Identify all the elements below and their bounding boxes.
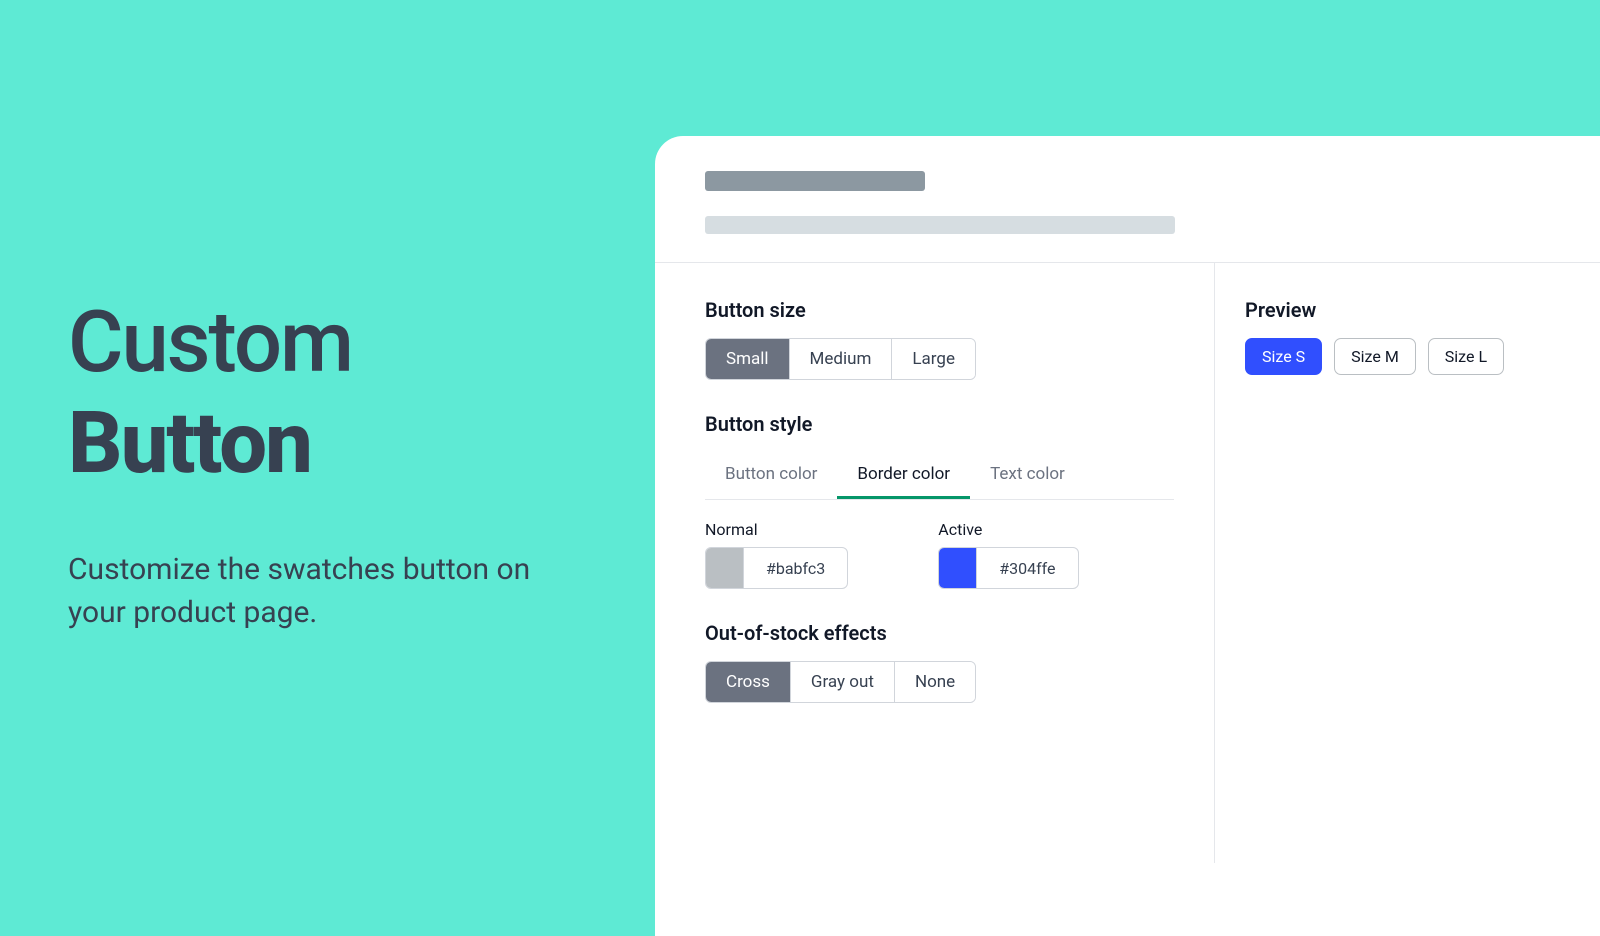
preview-buttons: Size S Size M Size L: [1245, 338, 1600, 375]
hero-title-line-1: Custom: [68, 300, 588, 385]
skeleton-title: [705, 171, 925, 191]
out-of-stock-segmented-control: Cross Gray out None: [705, 661, 976, 703]
button-size-option-medium[interactable]: Medium: [790, 339, 893, 379]
color-swatch-normal[interactable]: [706, 548, 744, 588]
out-of-stock-option-cross[interactable]: Cross: [706, 662, 791, 702]
color-field-active: Active #304ffe: [938, 520, 1078, 589]
preview-button-size-s[interactable]: Size S: [1245, 338, 1322, 375]
app-window: Button size Small Medium Large Button st…: [655, 136, 1600, 936]
field-label-active: Active: [938, 520, 1078, 539]
hero-text-panel: Custom Button Customize the swatches but…: [68, 300, 588, 635]
field-label-normal: Normal: [705, 520, 848, 539]
color-value-active[interactable]: #304ffe: [977, 559, 1077, 578]
button-size-option-large[interactable]: Large: [892, 339, 975, 379]
color-field-normal: Normal #babfc3: [705, 520, 848, 589]
tab-text-color[interactable]: Text color: [970, 452, 1085, 499]
section-out-of-stock: Out-of-stock effects Cross Gray out None: [705, 621, 1174, 703]
color-input-active[interactable]: #304ffe: [938, 547, 1078, 589]
out-of-stock-option-none[interactable]: None: [895, 662, 975, 702]
tab-button-color[interactable]: Button color: [705, 452, 837, 499]
preview-button-size-l[interactable]: Size L: [1428, 338, 1504, 375]
preview-title: Preview: [1245, 298, 1600, 322]
preview-button-size-m[interactable]: Size M: [1334, 338, 1416, 375]
color-fields: Normal #babfc3 Active #304ffe: [705, 520, 1174, 589]
out-of-stock-option-gray-out[interactable]: Gray out: [791, 662, 895, 702]
hero-title-line-2: Button: [68, 395, 588, 493]
app-header: [655, 136, 1600, 263]
button-size-option-small[interactable]: Small: [706, 339, 790, 379]
settings-panel: Button size Small Medium Large Button st…: [655, 263, 1215, 863]
button-style-tabs: Button color Border color Text color: [705, 452, 1174, 500]
color-value-normal[interactable]: #babfc3: [744, 559, 847, 578]
preview-panel: Preview Size S Size M Size L: [1215, 263, 1600, 863]
section-title-out-of-stock: Out-of-stock effects: [705, 621, 1174, 645]
button-size-segmented-control: Small Medium Large: [705, 338, 976, 380]
app-body: Button size Small Medium Large Button st…: [655, 263, 1600, 863]
skeleton-subtitle: [705, 216, 1175, 234]
tab-border-color[interactable]: Border color: [837, 452, 970, 499]
section-title-button-style: Button style: [705, 412, 1174, 436]
color-swatch-active[interactable]: [939, 548, 977, 588]
section-button-size: Button size Small Medium Large: [705, 298, 1174, 380]
section-title-button-size: Button size: [705, 298, 1174, 322]
color-input-normal[interactable]: #babfc3: [705, 547, 848, 589]
hero-subtitle: Customize the swatches button on your pr…: [68, 548, 588, 635]
section-button-style: Button style Button color Border color T…: [705, 412, 1174, 589]
